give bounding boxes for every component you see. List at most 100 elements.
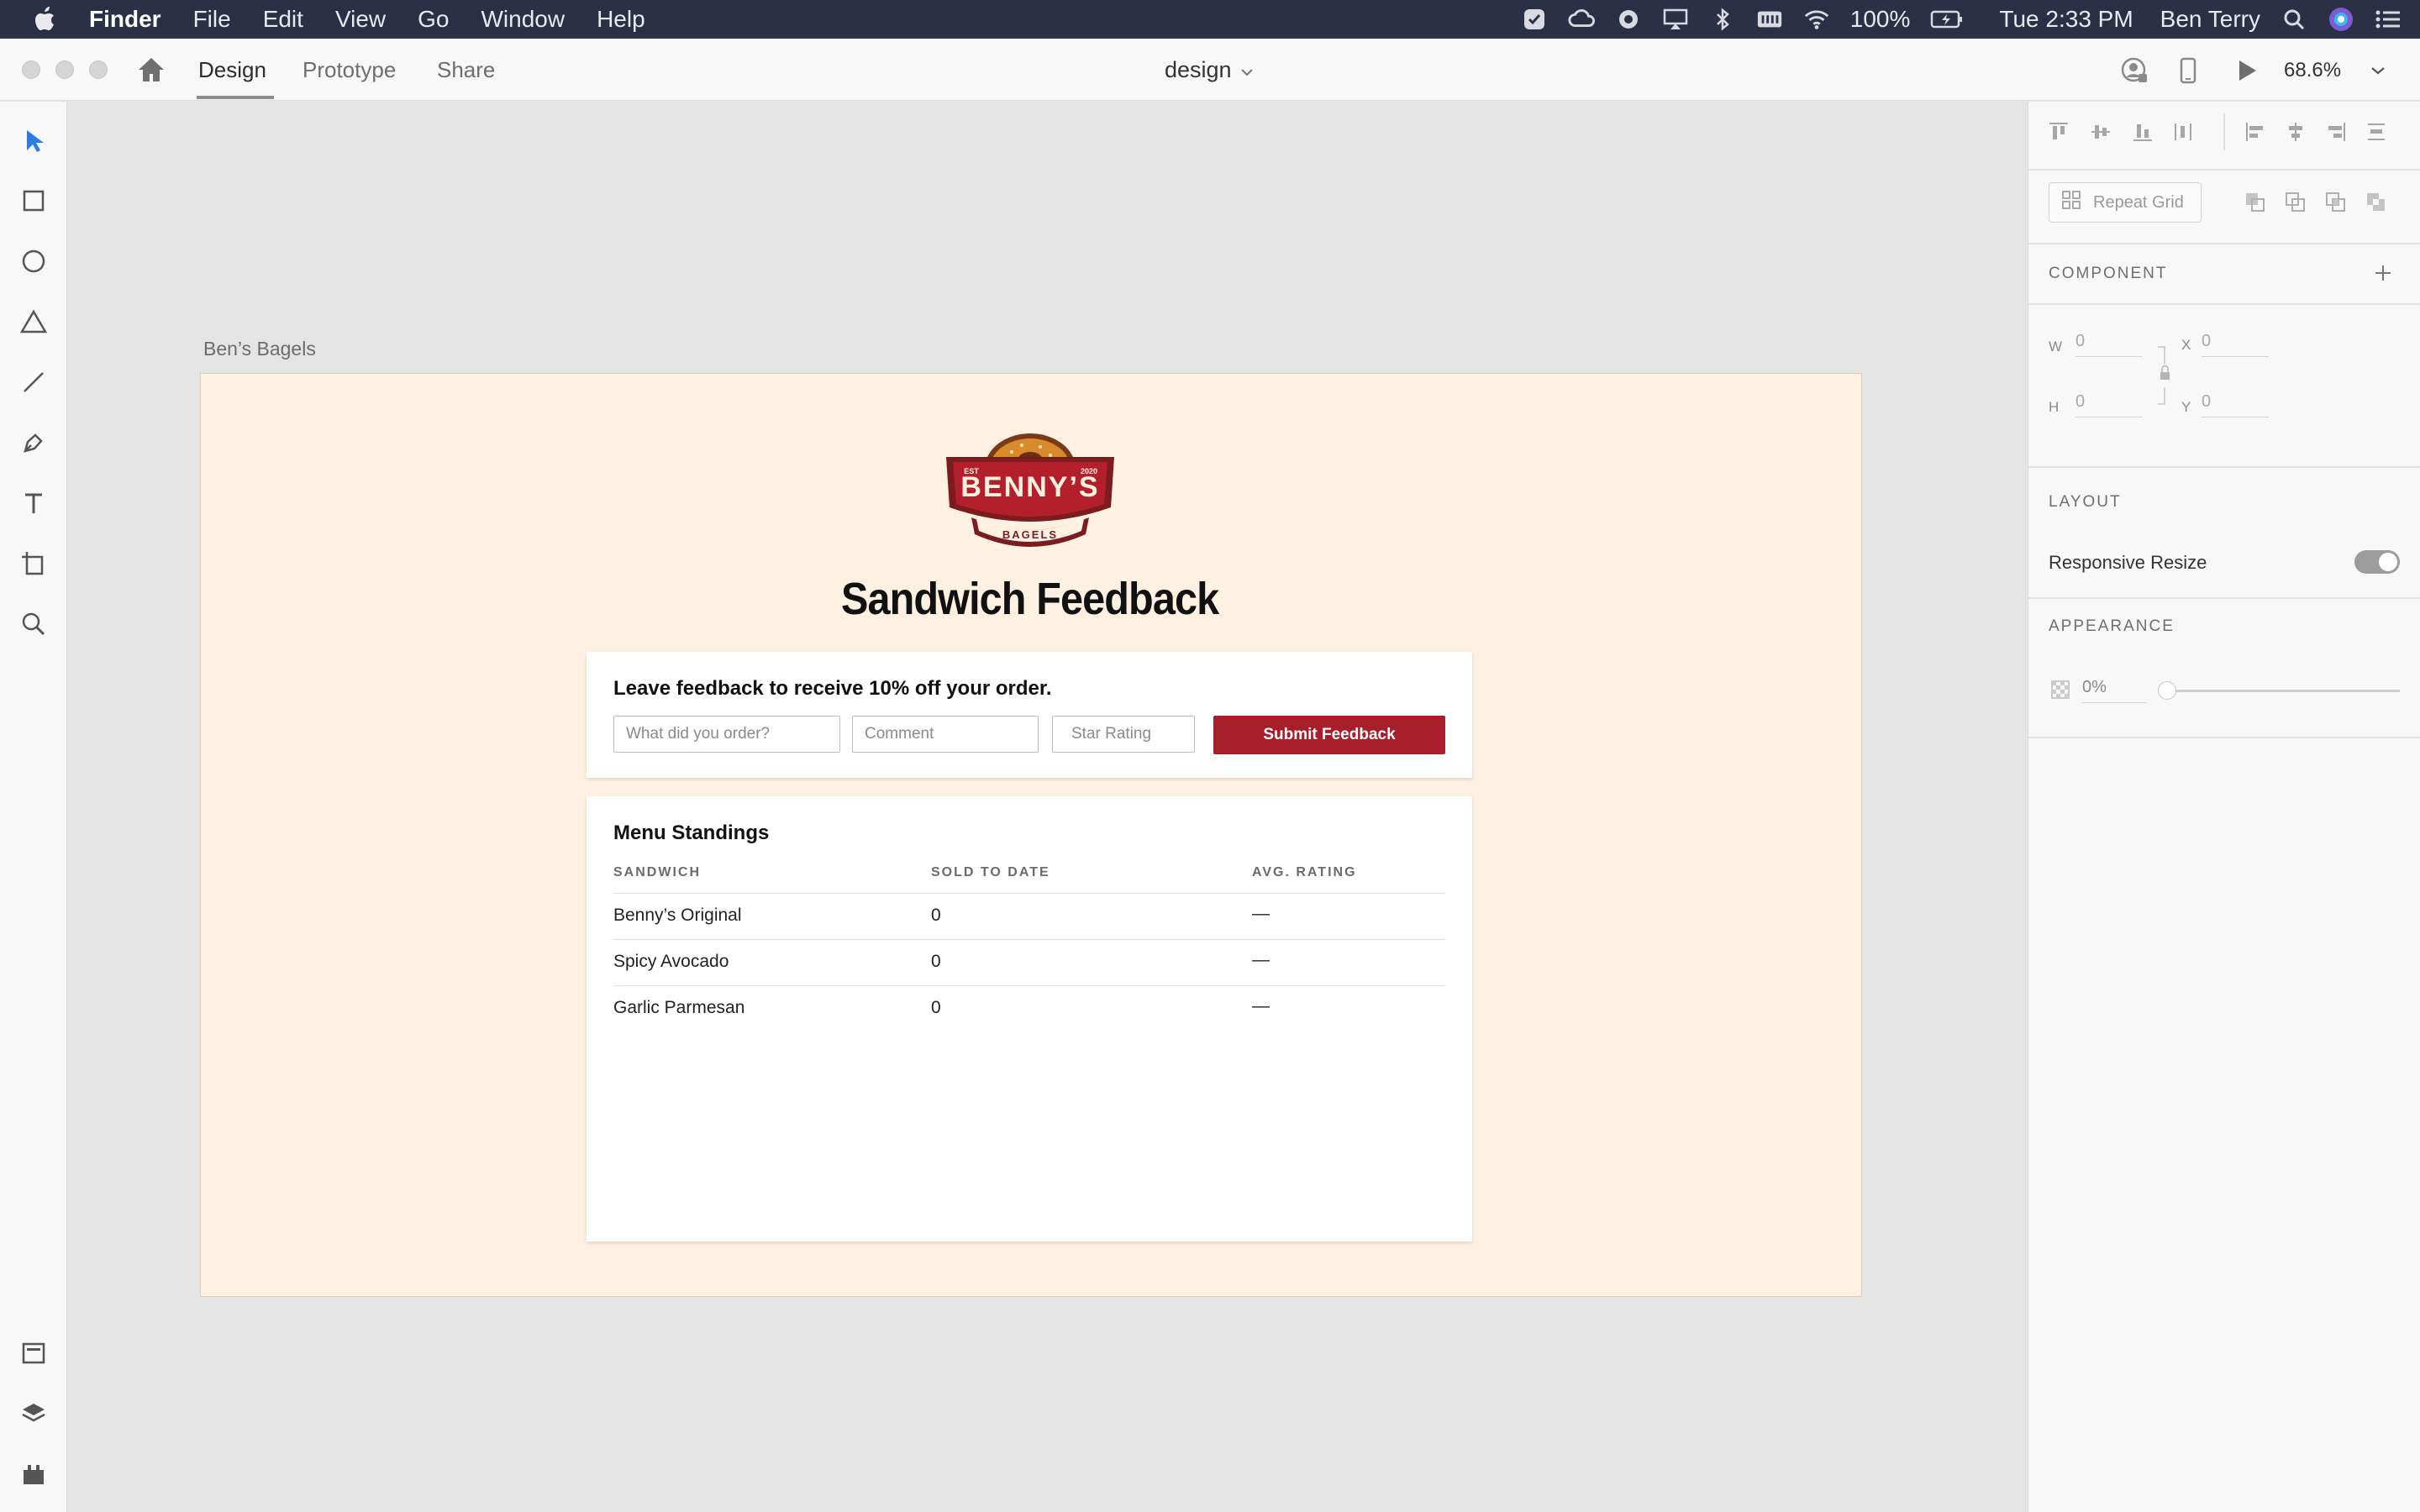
- intersect-shapes-icon[interactable]: [2324, 191, 2348, 214]
- row-divider: [613, 985, 1445, 986]
- repeat-grid-label: Repeat Grid: [2093, 192, 2184, 212]
- zoom-icon[interactable]: [17, 607, 50, 641]
- layers-icon[interactable]: [17, 1397, 50, 1431]
- tab-share[interactable]: Share: [437, 57, 495, 83]
- share-user-icon[interactable]: [2119, 55, 2149, 86]
- align-right-icon[interactable]: [2324, 120, 2348, 144]
- rectangle-icon[interactable]: [17, 184, 50, 218]
- feedback-card[interactable]: Leave feedback to receive 10% off your o…: [587, 652, 1472, 778]
- zoom-chevron-down-icon[interactable]: [2363, 55, 2393, 86]
- align-left-icon[interactable]: [2244, 120, 2267, 144]
- responsive-resize-toggle[interactable]: [2354, 550, 2400, 574]
- plugins-icon[interactable]: [17, 1457, 50, 1491]
- section-divider: [2028, 737, 2420, 738]
- bluetooth-icon[interactable]: [1709, 6, 1736, 33]
- width-field[interactable]: 0: [2075, 332, 2143, 357]
- align-top-icon[interactable]: [2047, 120, 2070, 144]
- pen-icon[interactable]: [17, 426, 50, 459]
- x-field[interactable]: 0: [2202, 332, 2269, 357]
- play-preview-icon[interactable]: [2232, 55, 2262, 86]
- user-name[interactable]: Ben Terry: [2160, 6, 2260, 33]
- align-bottom-icon[interactable]: [2131, 120, 2154, 144]
- siri-icon[interactable]: [2328, 6, 2354, 33]
- close-window-button[interactable]: [22, 60, 40, 79]
- document-title: design: [1165, 57, 1232, 82]
- align-middle-icon[interactable]: [2089, 120, 2112, 144]
- y-field[interactable]: 0: [2202, 392, 2269, 417]
- add-component-icon[interactable]: [2371, 261, 2395, 285]
- logo-sub-text: BAGELS: [1002, 528, 1058, 541]
- creative-cloud-icon[interactable]: [1568, 6, 1595, 33]
- feedback-heading[interactable]: Leave feedback to receive 10% off your o…: [613, 677, 1052, 701]
- line-icon[interactable]: [17, 365, 50, 399]
- add-shapes-icon[interactable]: [2244, 191, 2267, 214]
- menu-window[interactable]: Window: [481, 6, 565, 33]
- align-center-icon[interactable]: [2284, 120, 2307, 144]
- star-rating-input[interactable]: [1052, 716, 1195, 753]
- artboard-label[interactable]: Ben’s Bagels: [203, 338, 316, 360]
- menu-go[interactable]: Go: [418, 6, 449, 33]
- lock-aspect-icon[interactable]: [2153, 342, 2176, 409]
- subtract-shapes-icon[interactable]: [2284, 191, 2307, 214]
- page-title[interactable]: Sandwich Feedback: [841, 573, 1219, 625]
- active-tab-indicator: [197, 96, 274, 99]
- repeat-grid-button[interactable]: Repeat Grid: [2049, 182, 2202, 223]
- component-section-label: COMPONENT: [2049, 265, 2168, 282]
- ellipse-icon[interactable]: [17, 244, 50, 278]
- exclude-overlap-icon[interactable]: [2365, 191, 2388, 214]
- comment-input[interactable]: [852, 716, 1039, 753]
- logo-year-text: 2020: [1081, 467, 1097, 475]
- minimize-window-button[interactable]: [55, 60, 74, 79]
- menu-file[interactable]: File: [193, 6, 231, 33]
- notification-center-icon[interactable]: [2375, 6, 2402, 33]
- height-field[interactable]: 0: [2075, 392, 2143, 417]
- standings-heading[interactable]: Menu Standings: [613, 822, 769, 845]
- document-title-dropdown[interactable]: design: [1165, 57, 1254, 83]
- logo-main-text: BENNY’S: [960, 471, 1099, 503]
- battery-percent: 100%: [1849, 6, 1911, 32]
- toggle-knob: [2379, 553, 2397, 571]
- wifi-icon[interactable]: [1803, 6, 1830, 33]
- checkmark-shield-icon[interactable]: [1521, 6, 1548, 33]
- keyboard-icon[interactable]: [1756, 6, 1783, 33]
- distribute-horizontal-icon[interactable]: [2171, 120, 2195, 144]
- distribute-vertical-icon[interactable]: [2365, 120, 2388, 144]
- column-header-rating: AVG. RATING: [1252, 865, 1357, 879]
- device-preview-icon[interactable]: [2173, 55, 2203, 86]
- order-input[interactable]: [613, 716, 840, 753]
- apple-icon[interactable]: [34, 7, 55, 32]
- submit-feedback-button[interactable]: Submit Feedback: [1213, 716, 1445, 754]
- clock[interactable]: Tue 2:33 PM: [1999, 6, 2133, 33]
- x-label: X: [2181, 337, 2191, 353]
- text-icon[interactable]: [17, 486, 50, 520]
- opacity-slider-thumb[interactable]: [2158, 681, 2176, 700]
- polygon-icon[interactable]: [17, 305, 50, 339]
- chevron-down-icon: [1240, 57, 1254, 83]
- battery-icon[interactable]: [1930, 6, 1964, 33]
- menu-edit[interactable]: Edit: [263, 6, 303, 33]
- opacity-slider-track[interactable]: [2163, 690, 2400, 692]
- section-divider: [2028, 303, 2420, 305]
- select-arrow-icon[interactable]: [17, 123, 50, 157]
- menu-view[interactable]: View: [335, 6, 386, 33]
- menu-standings-card[interactable]: Menu Standings SANDWICH SOLD TO DATE AVG…: [587, 796, 1472, 1242]
- airplay-icon[interactable]: [1662, 6, 1689, 33]
- assets-icon[interactable]: [17, 1336, 50, 1370]
- sync-icon[interactable]: [1615, 6, 1642, 33]
- table-cell-sold: 0: [931, 952, 941, 971]
- section-divider: [2028, 597, 2420, 599]
- opacity-field[interactable]: 0%: [2082, 678, 2146, 703]
- menu-app-name[interactable]: Finder: [89, 6, 161, 33]
- zoom-level[interactable]: 68.6%: [2284, 59, 2341, 82]
- artboard-icon[interactable]: [17, 547, 50, 580]
- bennys-bagels-logo[interactable]: BENNY’S BAGELS EST 2020: [938, 427, 1123, 554]
- tab-design[interactable]: Design: [198, 57, 266, 83]
- zoom-window-button[interactable]: [89, 60, 108, 79]
- table-cell-rating: —: [1252, 904, 1270, 923]
- spotlight-search-icon[interactable]: [2281, 6, 2307, 33]
- tab-prototype[interactable]: Prototype: [302, 57, 396, 83]
- menu-help[interactable]: Help: [597, 6, 645, 33]
- home-icon[interactable]: [136, 55, 166, 84]
- column-header-sold: SOLD TO DATE: [931, 865, 1050, 879]
- height-label: H: [2049, 399, 2060, 415]
